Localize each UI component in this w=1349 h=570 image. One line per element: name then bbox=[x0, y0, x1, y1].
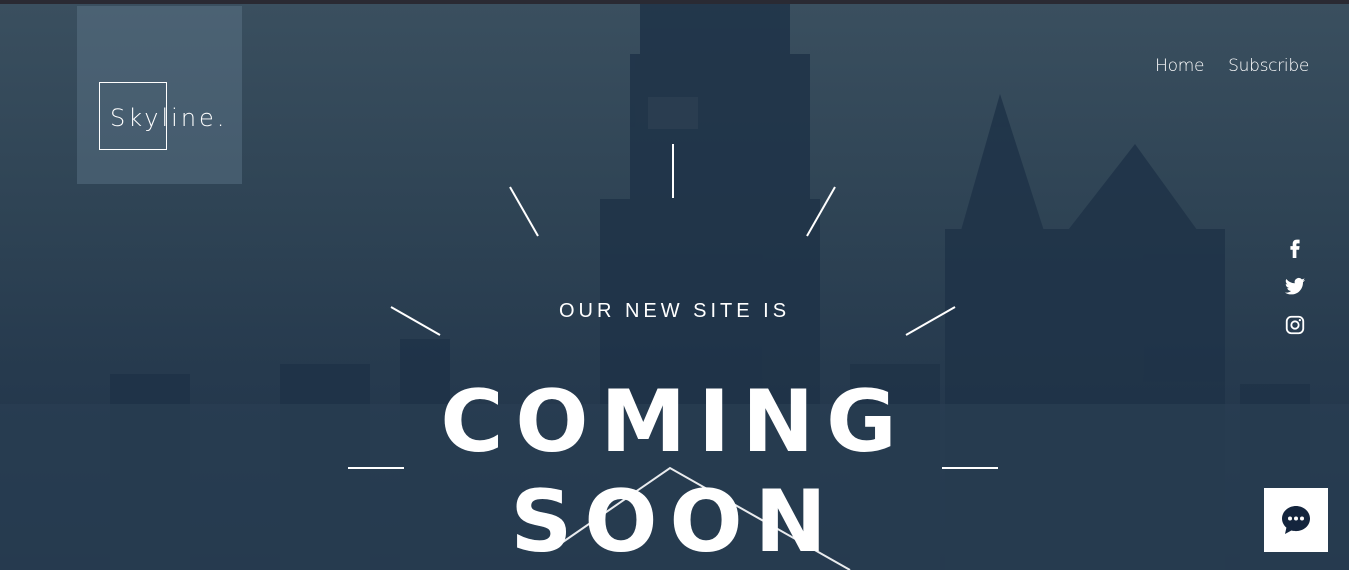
chat-button[interactable] bbox=[1264, 488, 1328, 552]
ray-upper-left bbox=[509, 186, 539, 237]
hero-headline-line2: SOON bbox=[510, 472, 839, 570]
hero-headline-line1: COMING bbox=[440, 372, 909, 472]
chat-bubble-icon bbox=[1282, 506, 1310, 534]
hero-section: Skyline. Home Subscribe OUR NEW SITE IS … bbox=[0, 4, 1349, 570]
hero-tagline: OUR NEW SITE IS bbox=[558, 300, 791, 322]
ray-upper-right bbox=[806, 186, 836, 237]
